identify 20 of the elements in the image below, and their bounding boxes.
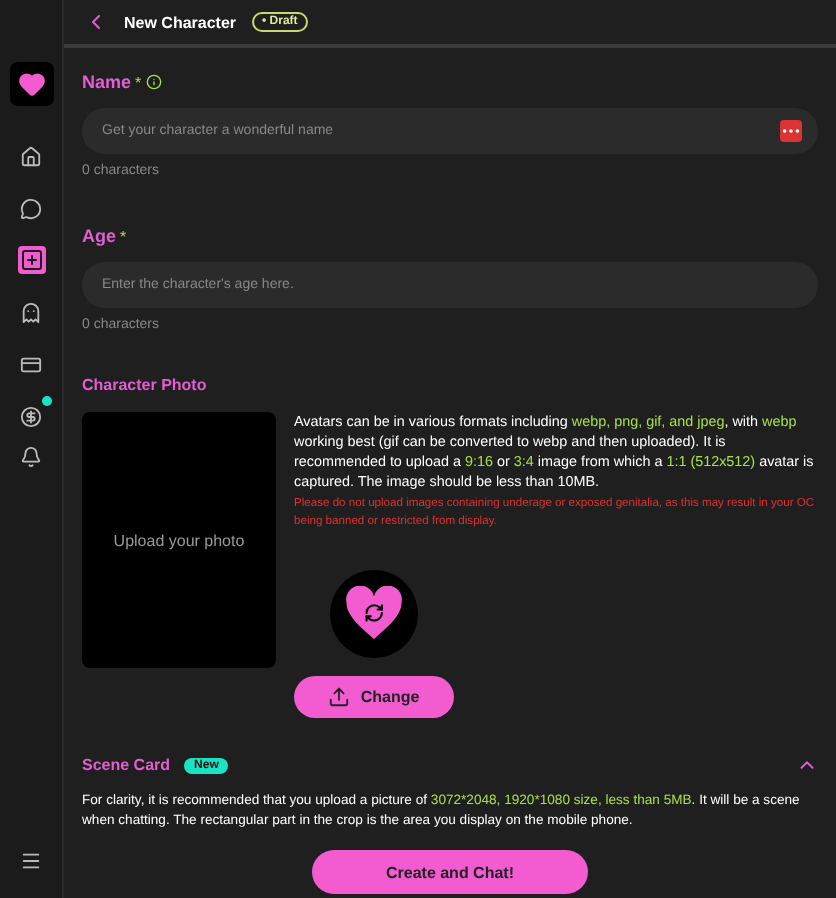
required-mark: *: [120, 227, 127, 245]
required-mark: *: [135, 73, 142, 91]
page-title: New Character: [124, 13, 237, 31]
info-icon[interactable]: [145, 74, 162, 90]
section-title: Character Photo: [82, 376, 209, 394]
change-button[interactable]: Change: [294, 676, 454, 718]
field-label: Age: [82, 226, 117, 246]
section-title: Scene Card: [82, 756, 171, 774]
upload-icon: [328, 686, 351, 708]
home-icon[interactable]: [17, 142, 45, 170]
ghost-icon[interactable]: [17, 298, 45, 326]
bell-icon[interactable]: [17, 442, 45, 470]
logo-icon[interactable]: [9, 62, 53, 106]
create-button[interactable]: Create and Chat!: [312, 850, 588, 894]
field-label: Name: [82, 72, 132, 92]
heart-refresh-icon: [344, 586, 404, 642]
upload-area[interactable]: Upload your photo: [82, 412, 276, 668]
coin-icon[interactable]: [17, 402, 45, 430]
create-icon[interactable]: [17, 246, 45, 274]
chat-icon[interactable]: [17, 194, 45, 222]
